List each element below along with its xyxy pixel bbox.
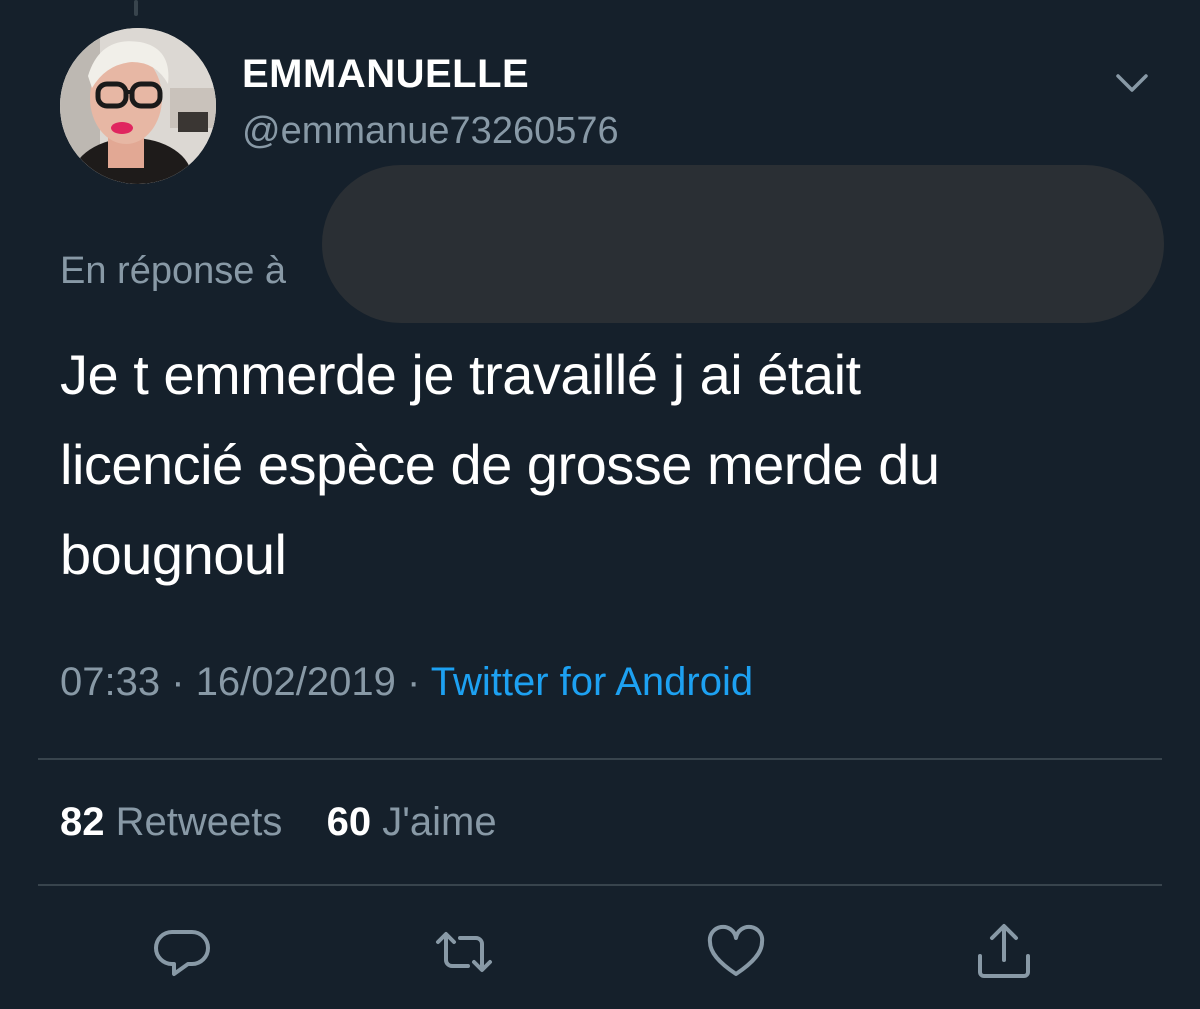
likes-stat[interactable]: 60 J'aime [316,800,497,844]
thread-connector-line [134,0,138,16]
share-icon[interactable] [972,920,1036,984]
redacted-reply-target [322,165,1164,323]
tweet-date[interactable]: 16/02/2019 [196,660,396,704]
avatar[interactable] [60,28,216,184]
meta-separator: · [171,660,185,704]
divider [38,758,1162,760]
tweet-source-link[interactable]: Twitter for Android [431,660,753,704]
likes-count: 60 [326,800,372,844]
display-name[interactable]: EMMANUELLE [242,52,529,97]
likes-label: J'aime [382,800,497,844]
heart-icon[interactable] [704,920,768,984]
tweet-stats: 82 Retweets 60 J'aime [60,800,497,845]
tweet-meta: 07:33 · 16/02/2019 · Twitter for Android [60,660,753,705]
retweets-count: 82 [60,800,105,844]
reply-to-label: En réponse à [60,250,287,292]
reply-icon[interactable] [152,920,216,984]
retweets-label: Retweets [115,800,283,844]
meta-separator: · [407,660,421,704]
divider [38,884,1162,886]
tweet-text: Je t emmerde je travaillé j ai était lic… [60,343,940,586]
avatar-image [60,28,216,184]
user-handle[interactable]: @emmanue73260576 [242,110,619,153]
tweet-time[interactable]: 07:33 [60,660,160,704]
chevron-down-icon[interactable] [1110,64,1154,100]
retweets-stat[interactable]: 82 Retweets [60,800,294,844]
retweet-icon[interactable] [432,920,496,984]
